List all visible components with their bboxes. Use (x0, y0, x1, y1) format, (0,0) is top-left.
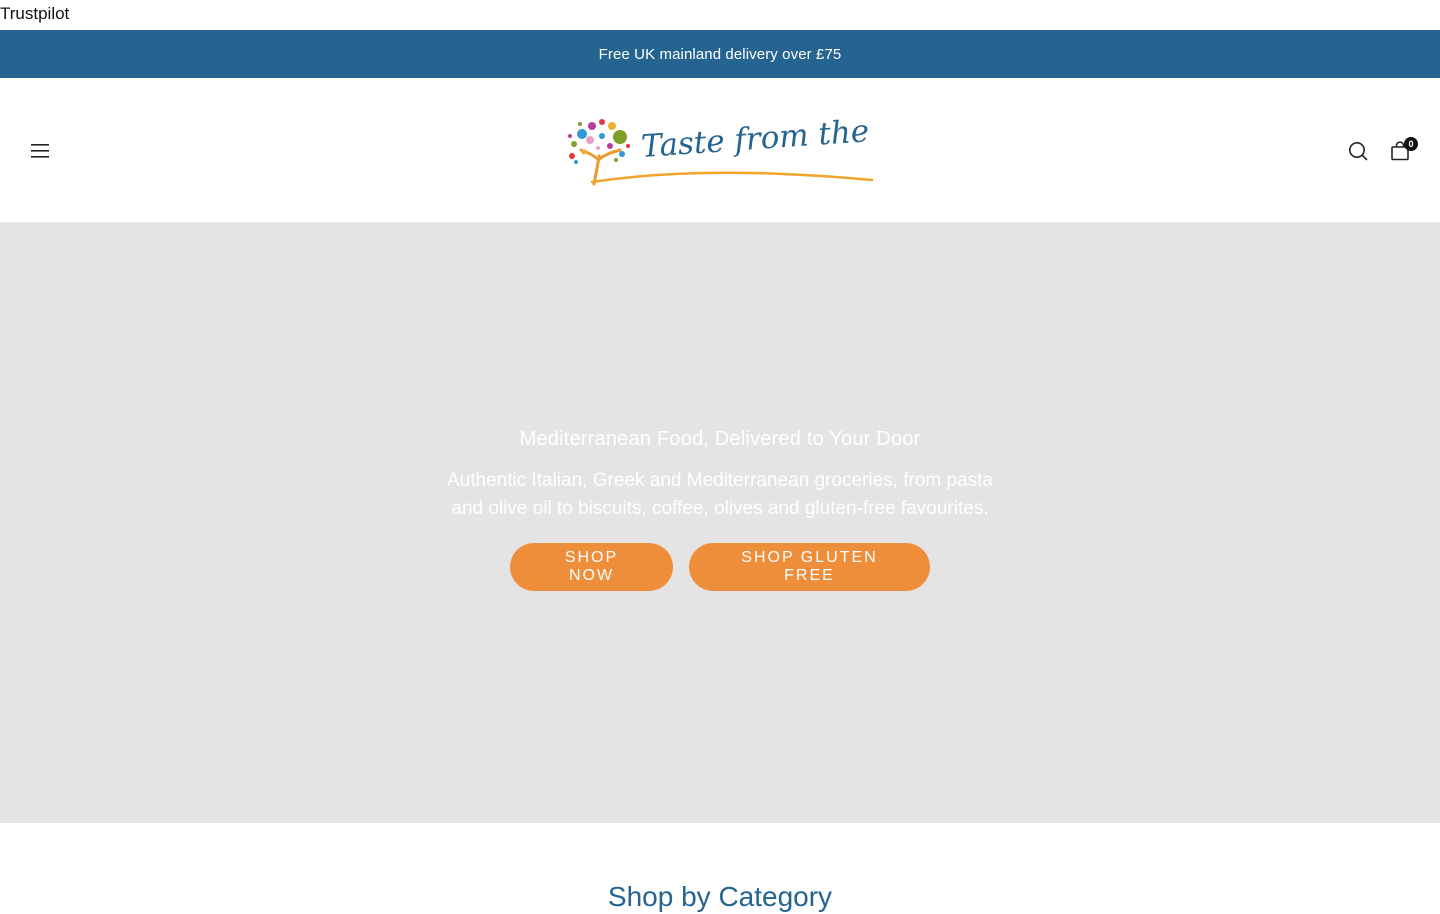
hero-banner: Mediterranean Food, Delivered to Your Do… (0, 223, 1440, 823)
search-icon (1349, 142, 1368, 161)
shop-now-button[interactable]: SHOP NOW (510, 543, 673, 591)
shop-gluten-free-button[interactable]: SHOP GLUTEN FREE (689, 543, 930, 591)
hero-buttons: SHOP NOW SHOP GLUTEN FREE (420, 543, 1020, 591)
shop-by-category-heading: Shop by Category (607, 881, 833, 912)
trustpilot-label[interactable]: Trustpilot (0, 4, 69, 23)
logo-image: Taste from the Med (568, 108, 950, 186)
hero-title: Mediterranean Food, Delivered to Your Do… (519, 428, 921, 450)
cart-count-badge: 0 (1404, 137, 1418, 151)
hamburger-icon (31, 144, 49, 158)
menu-button[interactable] (22, 133, 58, 169)
cart-button[interactable]: 0 (1382, 133, 1418, 169)
announcement-text: Free UK mainland delivery over £75 (598, 45, 842, 63)
hero-subtitle: Authentic Italian, Greek and Mediterrane… (446, 470, 993, 519)
trustpilot-widget[interactable]: Trustpilot (0, 0, 1440, 30)
hero-content: Mediterranean Food, Delivered to Your Do… (420, 423, 1020, 591)
logo-text: Taste from the Med (640, 112, 878, 165)
announcement-bar: Free UK mainland delivery over £75 (0, 30, 1440, 78)
site-header: Taste from the Med 0 (0, 78, 1440, 223)
site-logo[interactable]: Taste from the Med (562, 108, 950, 190)
search-button[interactable] (1341, 134, 1375, 168)
